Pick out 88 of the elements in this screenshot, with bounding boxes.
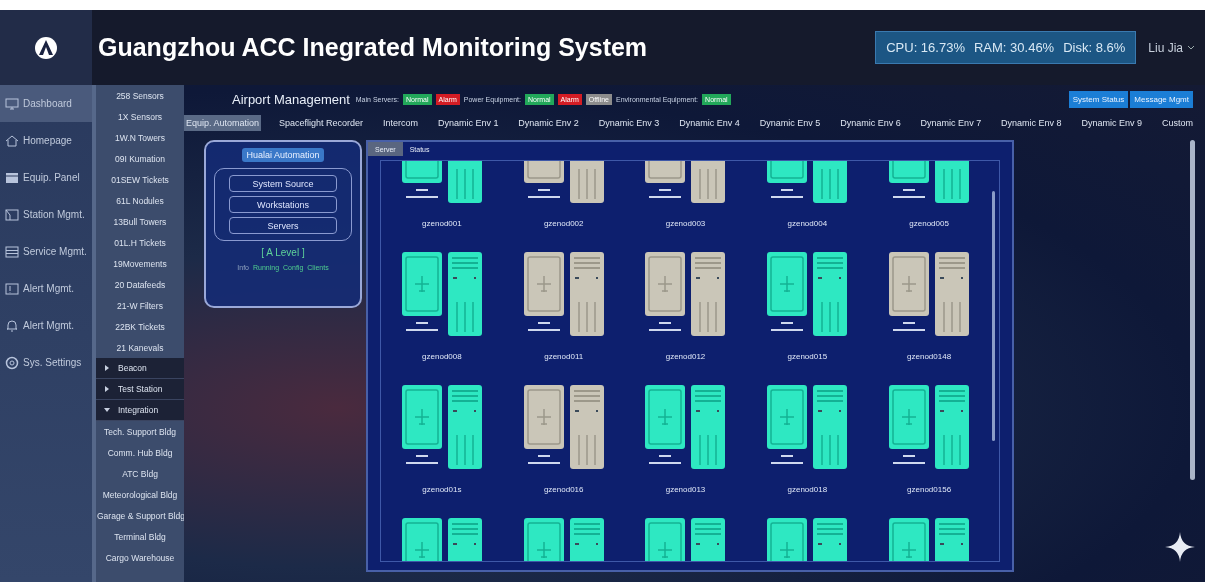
tab[interactable]: Dynamic Env 7	[918, 115, 984, 131]
header-button[interactable]: Message Mgmt	[1130, 90, 1193, 108]
tab[interactable]: Custom	[1159, 115, 1195, 131]
user-menu[interactable]: Liu Jia	[1148, 40, 1195, 55]
category-button[interactable]: Servers	[229, 217, 337, 234]
logo-icon	[34, 35, 58, 60]
list-group[interactable]: Beacon	[96, 358, 184, 379]
server-name: gzenod013	[665, 485, 706, 494]
server-name: gzenod011	[544, 352, 584, 361]
server-name: gzenod016	[543, 485, 584, 494]
server-name: gzenod015	[787, 352, 828, 361]
section-title: Airport Management	[232, 91, 350, 107]
list-item[interactable]: 1W.N Towers	[96, 127, 184, 148]
list-item[interactable]: 01L.H Tickets	[96, 232, 184, 253]
station-icon	[5, 207, 19, 222]
sidebar-item[interactable]: Alert Mgmt.	[0, 270, 92, 307]
home-icon	[5, 133, 19, 148]
triangle-icon	[104, 365, 110, 371]
server-name: gzenod004	[787, 219, 828, 228]
list-item[interactable]: 13Bull Towers	[96, 211, 184, 232]
sidebar-item[interactable]: Dashboard	[0, 85, 92, 122]
list-item[interactable]: 09I Kumation	[96, 148, 184, 169]
stat-text: Disk: 8.6%	[1063, 40, 1126, 55]
list-item[interactable]: ATC Bldg	[96, 463, 184, 484]
list-item[interactable]: 1X Sensors	[96, 106, 184, 127]
sidebar-item[interactable]: Station Mgmt.	[0, 196, 92, 233]
gear-icon	[5, 355, 19, 370]
list-item[interactable]: 22BK Tickets	[96, 316, 184, 337]
server-name: gzenod005	[909, 219, 949, 228]
tab[interactable]: Equip. Automation	[184, 115, 262, 131]
list-item[interactable]: Terminal Bldg	[96, 526, 184, 547]
category-button[interactable]: System Source	[229, 175, 337, 192]
tab[interactable]: Dynamic Env 1	[435, 115, 501, 131]
sidebar-item[interactable]: Homepage	[0, 122, 92, 159]
triangle-icon	[104, 386, 110, 392]
tab[interactable]: Dynamic Env 6	[838, 115, 903, 131]
alert-icon	[5, 281, 19, 296]
list-item[interactable]: Cargo Warehouse	[96, 547, 184, 568]
tab[interactable]: Dynamic Env 8	[999, 115, 1064, 131]
app-title: Guangzhou ACC Inegrated Monitoring System	[98, 33, 648, 62]
caret-icon	[1187, 45, 1195, 50]
level-label: [ A Level ]	[261, 247, 305, 258]
list-item[interactable]: Meteorological Bldg	[96, 484, 184, 505]
sidebar-item[interactable]: Service Mgmt.	[0, 233, 92, 270]
tab[interactable]: Intercom	[380, 115, 420, 131]
monitor-icon	[5, 96, 19, 111]
bell-icon	[5, 318, 19, 333]
list-item[interactable]: 19Movements	[96, 253, 184, 274]
sidebar-item[interactable]: Alert Mgmt.	[0, 307, 92, 344]
list-item[interactable]: Garage & Support Bldg	[96, 505, 184, 526]
stat-text: CPU: 16.73%	[886, 40, 965, 55]
tab[interactable]: Dynamic Env 9	[1079, 115, 1145, 131]
server-name: gzenod018	[787, 485, 828, 494]
server-name: gzenod002	[543, 219, 584, 228]
server-name: gzenod001	[422, 219, 462, 228]
tab[interactable]: Dynamic Env 3	[596, 115, 662, 131]
list-item[interactable]: Comm. Hub Bldg	[96, 442, 184, 463]
list-item[interactable]: 61L Nodules	[96, 190, 184, 211]
triangle-icon	[104, 407, 110, 413]
tab[interactable]: Dynamic Env 5	[757, 115, 823, 131]
server-name: gzenod0148	[907, 352, 952, 361]
tab[interactable]: Dynamic Env 4	[677, 115, 742, 131]
sidebar-item[interactable]: Sys. Settings	[0, 344, 92, 381]
sidebar-item[interactable]: Equip. Panel	[0, 159, 92, 196]
server-name: gzenod012	[665, 352, 706, 361]
header-button[interactable]: System Status	[1068, 90, 1129, 108]
stat-text: RAM: 30.46%	[973, 40, 1055, 55]
server-name: gzenod01s	[422, 485, 462, 494]
scrollbar[interactable]	[1190, 140, 1195, 480]
scrollbar[interactable]	[992, 191, 995, 441]
tab[interactable]: Spaceflight Recorder	[277, 115, 366, 131]
tab[interactable]: Dynamic Env 2	[516, 115, 581, 131]
server-name: gzenod0156	[907, 485, 952, 494]
server-name: gzenod008	[422, 352, 462, 361]
list-item[interactable]: Tech. Support Bldg	[96, 421, 184, 442]
list-icon	[5, 244, 19, 259]
server-name: gzenod003	[665, 219, 706, 228]
card-title: Hualai Automation	[242, 148, 324, 162]
category-button[interactable]: Workstations	[229, 196, 337, 213]
list-item[interactable]: 01SEW Tickets	[96, 169, 184, 190]
list-item[interactable]: 21 Kanevals	[96, 337, 184, 358]
list-group[interactable]: Test Station	[96, 379, 184, 400]
sparkle-icon	[1165, 532, 1195, 562]
list-item[interactable]: 258 Sensors	[96, 85, 184, 106]
list-item[interactable]: 20 Datafeeds	[96, 274, 184, 295]
list-item[interactable]: 21-W Filters	[96, 295, 184, 316]
list-group[interactable]: Integration	[96, 400, 184, 421]
panel-icon	[5, 170, 19, 185]
